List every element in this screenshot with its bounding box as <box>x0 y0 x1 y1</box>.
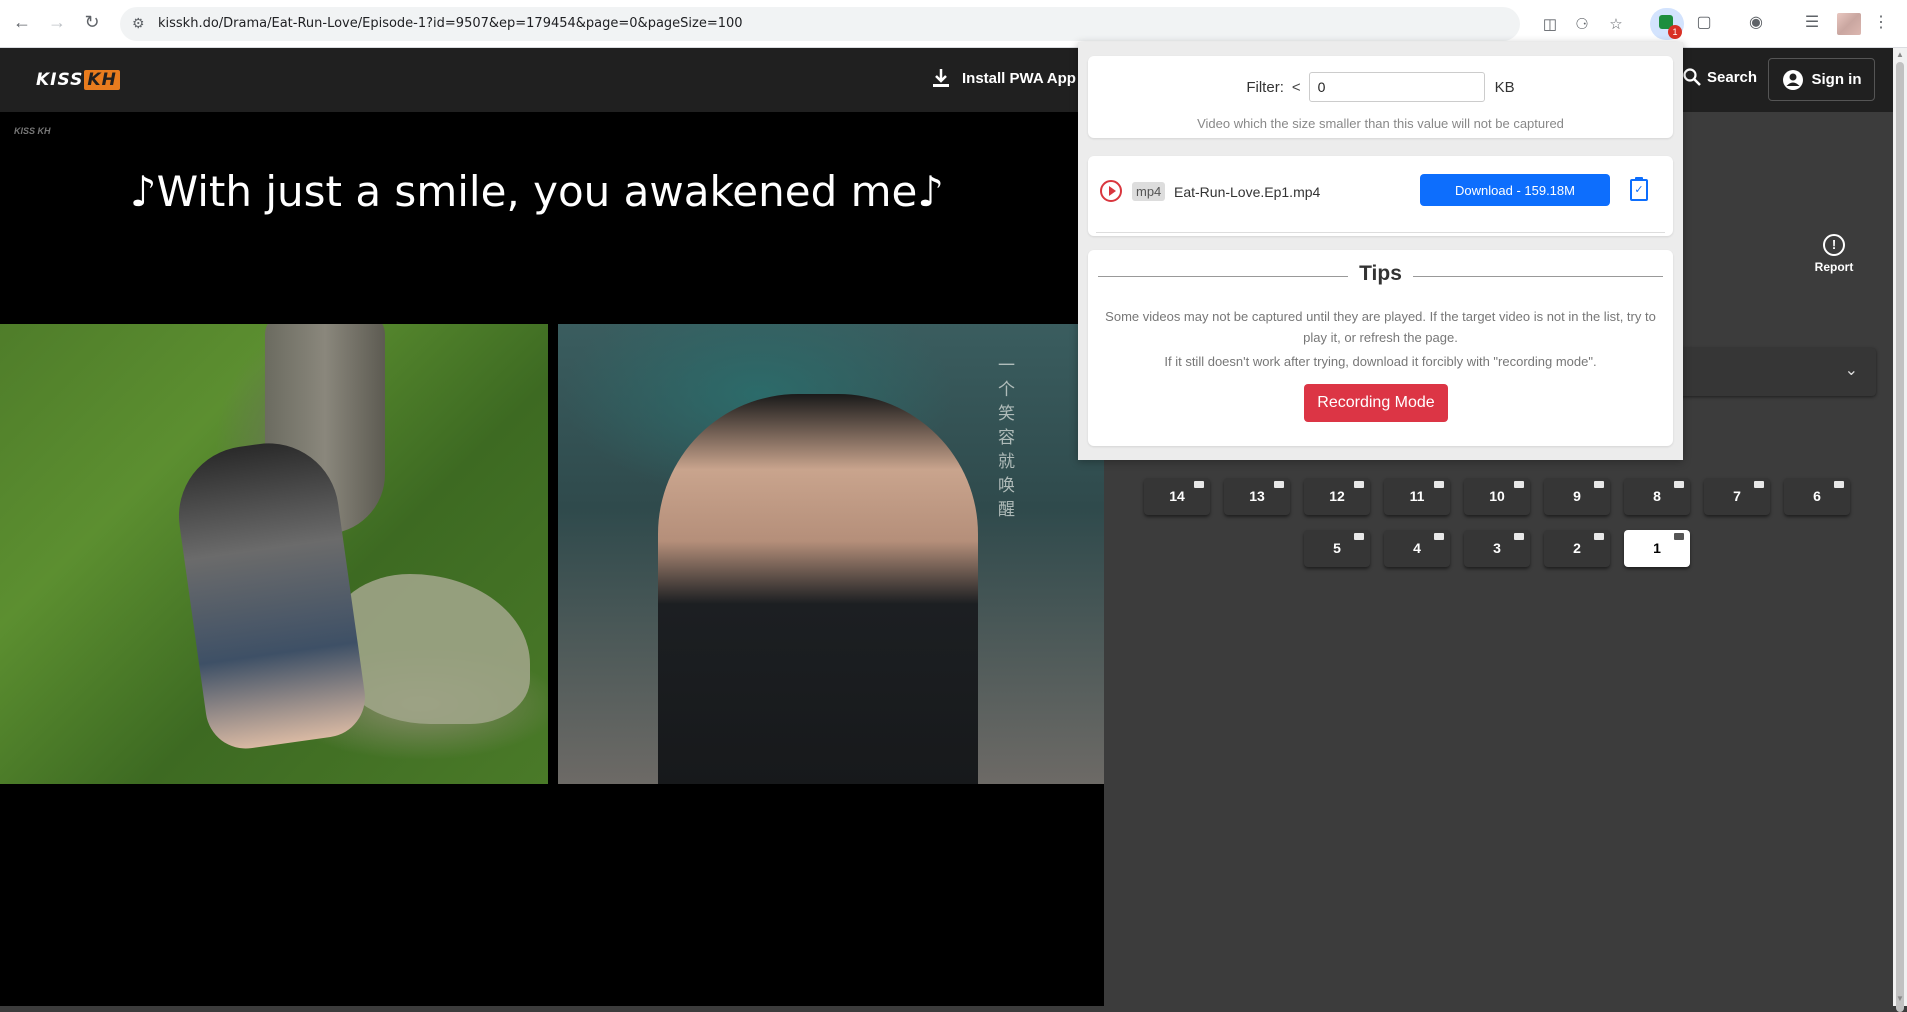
scroll-up-icon[interactable]: ▲ <box>1896 50 1904 59</box>
indicator-icon <box>1434 533 1444 540</box>
indicator-icon <box>1594 481 1604 488</box>
indicator-icon <box>1834 481 1844 488</box>
filter-operator: < <box>1291 78 1301 96</box>
video-downloader-popup: Filter: < KB Video which the size smalle… <box>1078 42 1683 460</box>
extension-icon[interactable]: 1 <box>1650 8 1684 40</box>
indicator-icon <box>1674 481 1684 488</box>
tips-card: Tips Some videos may not be captured unt… <box>1088 250 1673 446</box>
site-logo[interactable]: KISS KH <box>36 70 120 90</box>
filter-unit: KB <box>1494 78 1515 96</box>
indicator-icon <box>1434 481 1444 488</box>
recording-mode-button[interactable]: Recording Mode <box>1304 384 1448 422</box>
chevron-down-icon: ⌄ <box>1844 362 1858 379</box>
tips-rule-right <box>1413 276 1663 277</box>
episode-button-5[interactable]: 5 <box>1304 530 1370 567</box>
player-watermark: KISS KH <box>14 126 51 136</box>
video-player[interactable]: KISS KH ♪With just a smile, you awakened… <box>0 112 1104 1006</box>
back-icon[interactable]: ← <box>10 10 34 34</box>
divider <box>1096 232 1665 233</box>
episode-button-6[interactable]: 6 <box>1784 478 1850 515</box>
page-scrollbar[interactable]: ▲ ▼ <box>1893 48 1907 1012</box>
episode-button-4[interactable]: 4 <box>1384 530 1450 567</box>
indicator-icon <box>1754 481 1764 488</box>
search-button[interactable]: Search <box>1683 68 1757 86</box>
indicator-icon <box>1514 481 1524 488</box>
install-label: Install PWA App <box>962 69 1076 87</box>
video-frame-left <box>0 324 548 784</box>
install-pwa-button[interactable]: Install PWA App <box>932 68 1076 88</box>
star-icon[interactable]: ☆ <box>1606 15 1626 35</box>
episode-button-8[interactable]: 8 <box>1624 478 1690 515</box>
episode-button-14[interactable]: 14 <box>1144 478 1210 515</box>
filter-card: Filter: < KB Video which the size smalle… <box>1088 56 1673 138</box>
episode-button-7[interactable]: 7 <box>1704 478 1770 515</box>
tips-text-1: Some videos may not be captured until th… <box>1105 309 1656 345</box>
address-bar[interactable]: ⚙ kisskh.do/Drama/Eat-Run-Love/Episode-1… <box>120 7 1623 41</box>
download-button[interactable]: Download - 159.18M <box>1420 174 1610 206</box>
search-icon <box>1683 68 1701 86</box>
indicator-icon <box>1194 481 1204 488</box>
episode-button-3[interactable]: 3 <box>1464 530 1530 567</box>
install-icon[interactable]: ◫ <box>1540 15 1560 35</box>
logo-accent: KH <box>84 70 120 90</box>
play-icon[interactable] <box>1100 180 1122 202</box>
frame-overlay-text: 一个笑容就唤醒 <box>998 356 1015 520</box>
download-icon <box>933 69 949 87</box>
episode-button-1[interactable]: 1 <box>1624 530 1690 567</box>
sign-in-label: Sign in <box>1811 71 1862 88</box>
sign-in-button[interactable]: Sign in <box>1768 58 1875 101</box>
alert-icon: ! <box>1823 234 1845 256</box>
menu-icon[interactable]: ⋮ <box>1869 12 1893 36</box>
tips-title-text: Tips <box>1359 262 1402 285</box>
episode-button-9[interactable]: 9 <box>1544 478 1610 515</box>
filter-label: Filter: <box>1246 78 1284 96</box>
report-button[interactable]: ! Report <box>1804 234 1864 274</box>
url-text[interactable]: kisskh.do/Drama/Eat-Run-Love/Episode-1?i… <box>158 16 743 31</box>
episode-button-11[interactable]: 11 <box>1384 478 1450 515</box>
indicator-icon <box>1674 533 1684 540</box>
indicator-icon <box>1594 533 1604 540</box>
site-info-icon[interactable]: ⚙ <box>132 15 150 33</box>
subtitle-text: ♪With just a smile, you awakened me♪ <box>129 167 945 216</box>
indicator-icon <box>1354 481 1364 488</box>
browser-toolbar: ← → ↻ ⚙ kisskh.do/Drama/Eat-Run-Love/Epi… <box>0 0 1907 48</box>
filter-size-input[interactable] <box>1308 72 1485 102</box>
indicator-icon <box>1274 481 1284 488</box>
video-filename: Eat-Run-Love.Ep1.mp4 <box>1174 184 1321 200</box>
logo-text: KISS <box>36 70 84 90</box>
report-label: Report <box>1814 260 1854 274</box>
clipboard-icon[interactable]: ✓ <box>1630 177 1648 201</box>
indicator-icon <box>1514 533 1524 540</box>
media-icon[interactable]: ◉ <box>1744 12 1768 36</box>
captured-video-card: mp4 Eat-Run-Love.Ep1.mp4 Download - 159.… <box>1088 156 1673 236</box>
indicator-icon <box>1354 533 1364 540</box>
user-icon <box>1782 69 1803 90</box>
filter-hint: Video which the size smaller than this v… <box>1197 116 1564 131</box>
format-badge: mp4 <box>1132 182 1166 201</box>
actor <box>658 394 978 784</box>
reading-list-icon[interactable]: ☰ <box>1800 12 1824 36</box>
tips-rule-left <box>1098 276 1348 277</box>
tips-heading: Tips <box>1088 262 1673 286</box>
episode-button-2[interactable]: 2 <box>1544 530 1610 567</box>
video-frame-right: 一个笑容就唤醒 <box>558 324 1104 784</box>
avatar[interactable] <box>1837 13 1861 35</box>
search-label: Search <box>1707 68 1758 86</box>
scroll-down-icon[interactable]: ▼ <box>1896 994 1904 1003</box>
extension-badge: 1 <box>1668 25 1682 39</box>
tips-text-2: If it still doesn't work after trying, d… <box>1164 354 1597 369</box>
reload-icon[interactable]: ↻ <box>80 10 104 34</box>
episode-button-10[interactable]: 10 <box>1464 478 1530 515</box>
filter-row: Filter: < KB <box>1088 72 1673 102</box>
scrollbar-thumb[interactable] <box>1896 62 1904 1012</box>
forward-icon[interactable]: → <box>45 10 69 34</box>
translate-icon[interactable]: ⚆ <box>1572 15 1592 35</box>
episode-button-12[interactable]: 12 <box>1304 478 1370 515</box>
episode-button-13[interactable]: 13 <box>1224 478 1290 515</box>
puzzle-icon[interactable]: ▢ <box>1692 12 1716 36</box>
